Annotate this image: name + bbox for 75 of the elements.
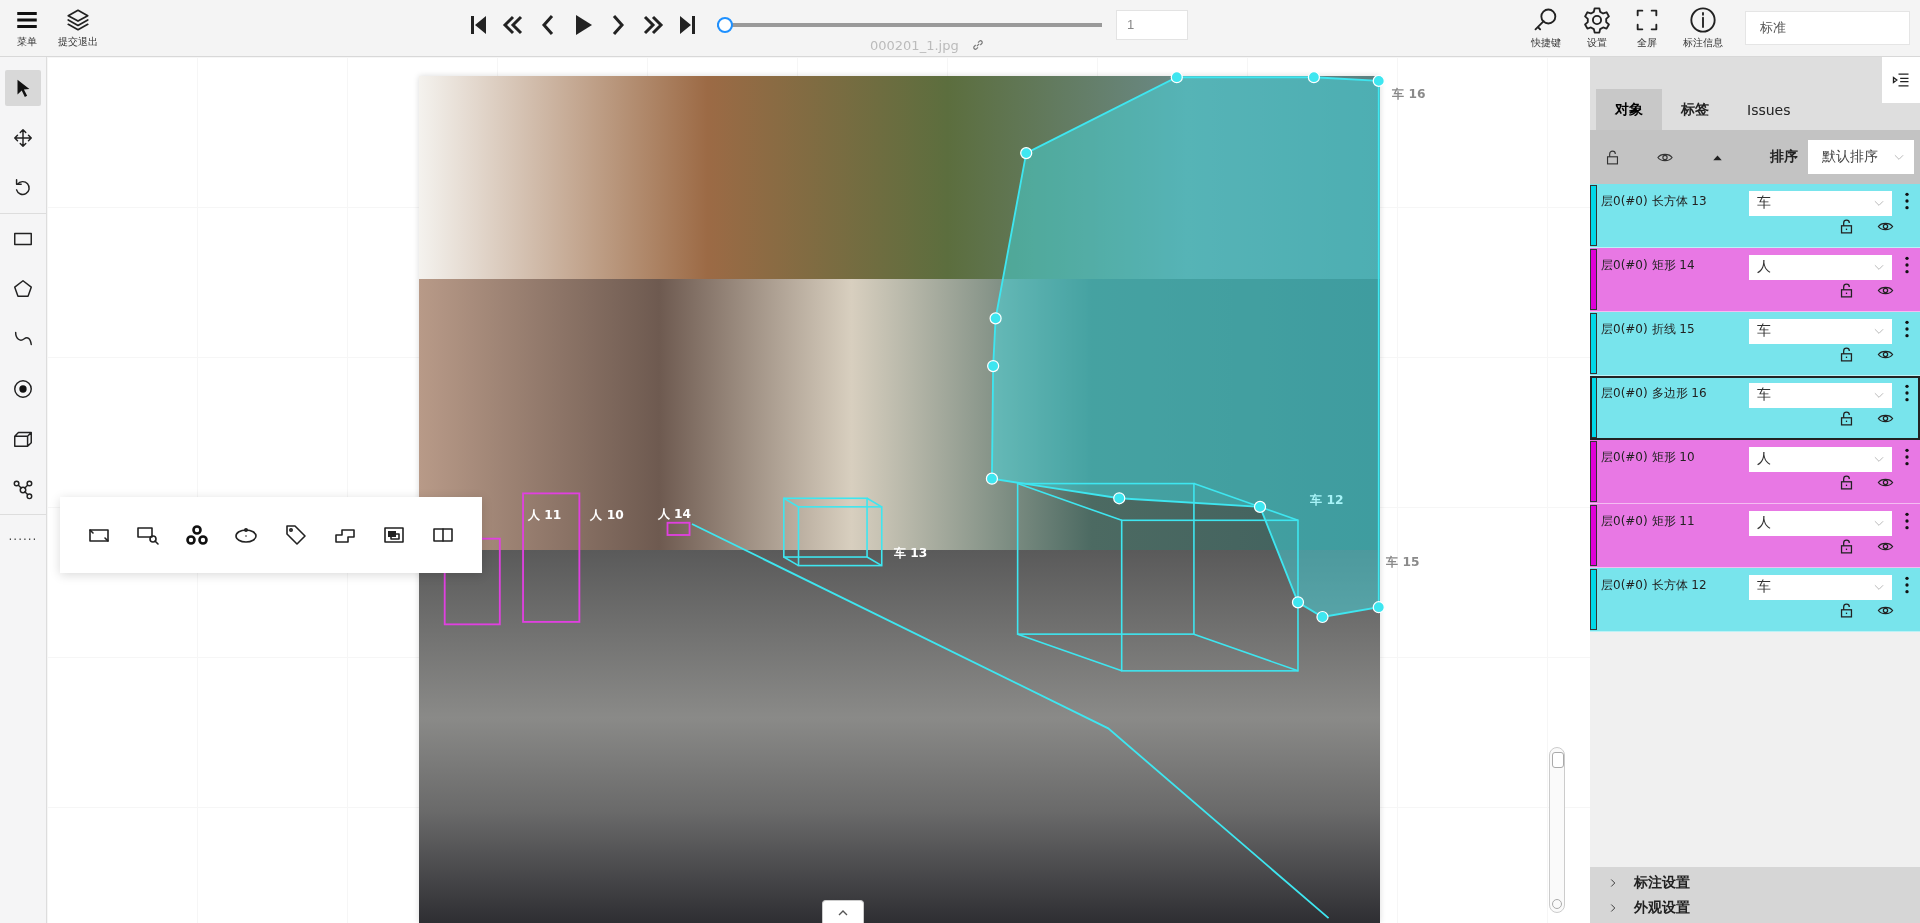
object-row[interactable]: 层0(#0) 矩形 11 人 [1590,504,1920,568]
collapse-panel-button[interactable] [1882,57,1920,103]
panel-tab[interactable]: 对象 [1596,89,1662,130]
object-row[interactable]: 层0(#0) 矩形 14 人 [1590,248,1920,312]
kebab-menu-icon[interactable] [1904,447,1910,467]
info-button[interactable]: 标注信息 [1683,6,1723,50]
category-dropdown[interactable]: 车 [1749,574,1892,600]
category-dropdown[interactable]: 车 [1749,318,1892,344]
panel-tab[interactable]: Issues [1728,89,1810,130]
annotation-label: 人 11 [527,508,562,523]
unlocked-padlock-icon[interactable] [1838,474,1855,491]
panel-tab[interactable]: 标签 [1662,89,1728,130]
category-dropdown[interactable]: 人 [1749,510,1892,536]
object-name: 层0(#0) 长方体 12 [1601,576,1708,594]
annotation-label: 车 13 [894,546,928,561]
cuboid-annotation[interactable] [783,497,883,567]
gear-icon [1583,6,1611,34]
search-field[interactable]: 标准 [1745,11,1910,45]
category-dropdown[interactable]: 车 [1749,190,1892,216]
sort-label: 排序 [1770,148,1798,166]
annotation-label: 车 12 [1310,493,1344,508]
object-name: 层0(#0) 折线 15 [1601,320,1696,338]
object-row[interactable]: 层0(#0) 长方体 12 车 [1590,568,1920,632]
sort-dropdown[interactable]: 默认排序 [1808,140,1914,174]
polygon-annotation[interactable] [985,71,1385,624]
point-icon [12,378,34,400]
object-name: 层0(#0) 多边形 16 [1601,384,1708,402]
kebab-menu-icon[interactable] [1904,575,1910,595]
unlocked-padlock-icon[interactable] [1838,218,1855,235]
annotation-label: 人 10 [590,508,624,523]
unlocked-padlock-icon[interactable] [1838,602,1855,619]
annotation-label: 人 14 [657,506,691,521]
annotation-label: 车 16 [1392,87,1426,102]
object-name: 层0(#0) 矩形 10 [1601,448,1696,466]
object-row[interactable]: 层0(#0) 矩形 10 人 [1590,440,1920,504]
unlocked-padlock-icon[interactable] [1838,538,1855,555]
polyline-annotation[interactable] [691,523,1330,919]
pentagon-icon [12,278,34,300]
file-name: 000201_1.jpg [870,37,959,53]
link-icon[interactable] [970,38,985,52]
object-name: 层0(#0) 长方体 13 [1601,192,1708,210]
submit-button[interactable]: 提交退出 [58,7,98,49]
zoom-slider[interactable] [1549,747,1565,913]
tool-button[interactable] [5,70,41,106]
shortcuts-button[interactable]: 快捷键 [1531,6,1561,50]
category-dropdown[interactable]: 人 [1749,254,1892,280]
unlocked-padlock-icon[interactable] [1838,346,1855,363]
kebab-menu-icon[interactable] [1904,383,1910,403]
more-tools-button[interactable]: ...... [8,529,38,543]
category-dropdown[interactable]: 人 [1749,446,1892,472]
unlocked-padlock-icon[interactable] [1838,282,1855,299]
kebab-menu-icon[interactable] [1904,511,1910,531]
cuboid-annotation[interactable] [1016,482,1299,672]
kebab-menu-icon[interactable] [1904,255,1910,275]
annotation-label: 车 15 [1386,554,1420,569]
kebab-menu-icon[interactable] [1904,191,1910,211]
fullscreen-button[interactable]: 全屏 [1633,6,1661,50]
object-row[interactable]: 层0(#0) 多边形 16 车 [1590,376,1920,440]
object-row[interactable]: 层0(#0) 长方体 13 车 [1590,184,1920,248]
object-name: 层0(#0) 矩形 14 [1601,256,1696,274]
info-icon [1689,6,1717,34]
nodes-icon [12,478,34,500]
object-name: 层0(#0) 矩形 11 [1601,512,1696,530]
object-row[interactable]: 层0(#0) 折线 15 车 [1590,312,1920,376]
unlocked-padlock-icon[interactable] [1604,148,1621,166]
unlocked-padlock-icon[interactable] [1838,410,1855,427]
frame-input[interactable]: 1 [1116,9,1188,40]
kebab-menu-icon[interactable] [1904,319,1910,339]
move-arrows-icon [12,127,34,149]
settings-section-header[interactable]: 标注设置 [1590,870,1920,895]
menu-button[interactable]: 菜单 [14,7,40,49]
settings-section-header[interactable]: 外观设置 [1590,895,1920,920]
settings-button[interactable]: 设置 [1583,6,1611,50]
category-dropdown[interactable]: 车 [1749,382,1892,408]
layers-icon [65,7,91,33]
